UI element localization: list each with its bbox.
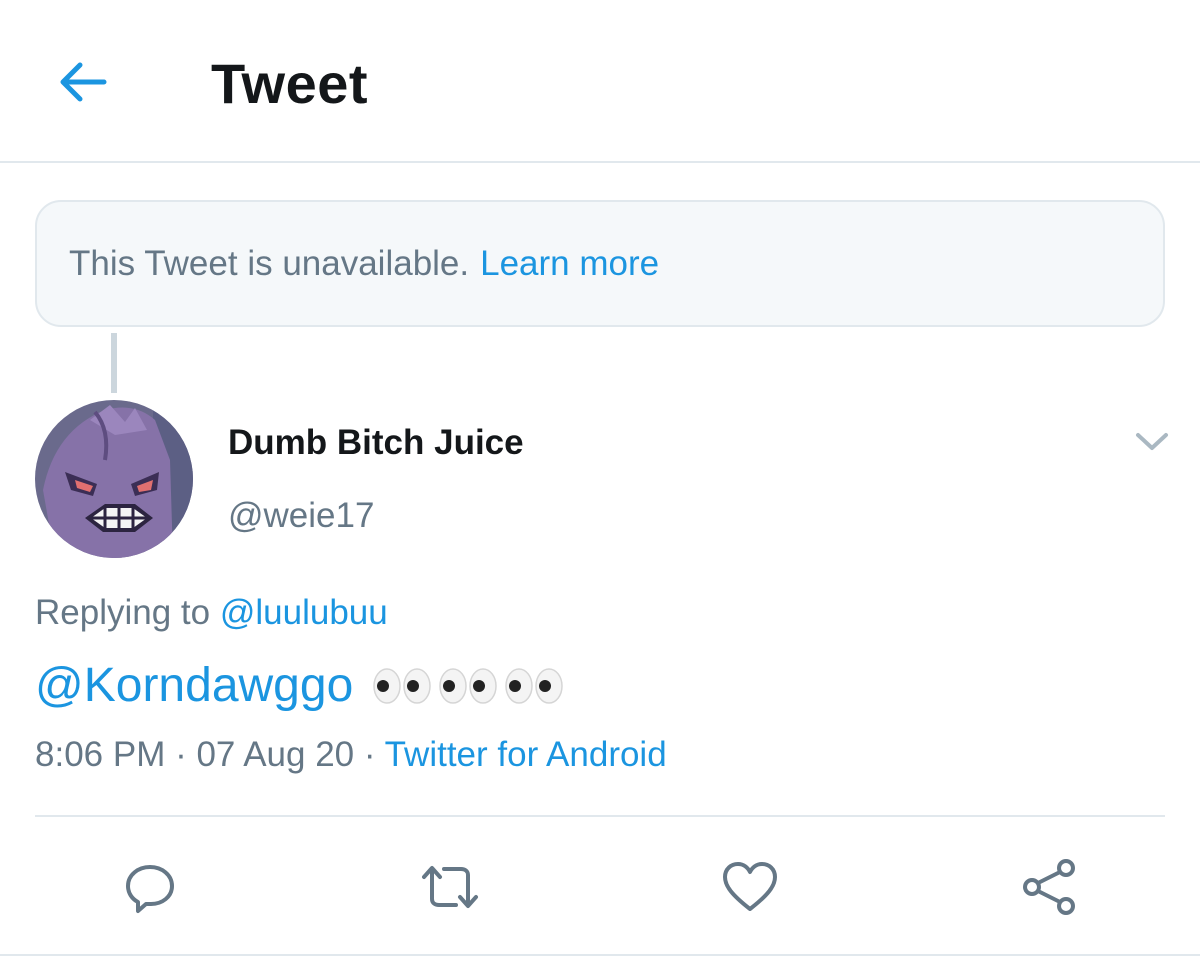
avatar-image bbox=[35, 400, 193, 558]
tweet-text: @Korndawggo bbox=[35, 656, 565, 716]
back-button[interactable] bbox=[52, 52, 112, 112]
page-title: Tweet bbox=[211, 52, 369, 115]
replying-to-link[interactable]: @luulubuu bbox=[220, 593, 388, 632]
reply-button[interactable] bbox=[118, 855, 182, 919]
avatar[interactable] bbox=[35, 400, 193, 558]
learn-more-link[interactable]: Learn more bbox=[480, 244, 659, 284]
notice-text: This Tweet is unavailable. bbox=[69, 243, 470, 283]
tweet-date: 07 Aug 20 bbox=[196, 735, 355, 774]
tweet-time: 8:06 PM bbox=[35, 735, 166, 774]
header-bar: Tweet bbox=[0, 0, 1200, 163]
chevron-down-icon bbox=[1136, 433, 1168, 450]
like-button[interactable] bbox=[718, 855, 782, 919]
eyes-emoji bbox=[439, 668, 498, 704]
replying-prefix: Replying to bbox=[35, 593, 211, 632]
retweet-icon bbox=[422, 866, 478, 908]
meta-separator: · bbox=[354, 735, 385, 774]
tweet-options-button[interactable] bbox=[1132, 424, 1172, 460]
reply-icon bbox=[126, 865, 174, 913]
tweet-source-link[interactable]: Twitter for Android bbox=[385, 735, 667, 774]
divider bbox=[35, 815, 1165, 817]
arrow-left-icon bbox=[60, 62, 107, 102]
share-icon bbox=[1023, 859, 1075, 915]
unavailable-notice: This Tweet is unavailable. Learn more bbox=[35, 200, 1165, 327]
bottom-divider bbox=[0, 954, 1200, 956]
eyes-emoji-group bbox=[371, 666, 565, 706]
share-button[interactable] bbox=[1018, 855, 1082, 919]
author-handle[interactable]: @weie17 bbox=[228, 495, 374, 537]
eyes-emoji bbox=[505, 668, 564, 704]
eyes-emoji bbox=[373, 668, 432, 704]
replying-to: Replying to @luulubuu bbox=[35, 592, 388, 634]
retweet-button[interactable] bbox=[418, 855, 482, 919]
tweet-meta: 8:06 PM · 07 Aug 20 · Twitter for Androi… bbox=[35, 734, 667, 776]
heart-icon bbox=[723, 862, 777, 911]
thread-connector-line bbox=[111, 333, 117, 393]
author-name[interactable]: Dumb Bitch Juice bbox=[228, 422, 524, 464]
meta-separator: · bbox=[165, 735, 197, 774]
mention-link[interactable]: @Korndawggo bbox=[35, 656, 353, 716]
